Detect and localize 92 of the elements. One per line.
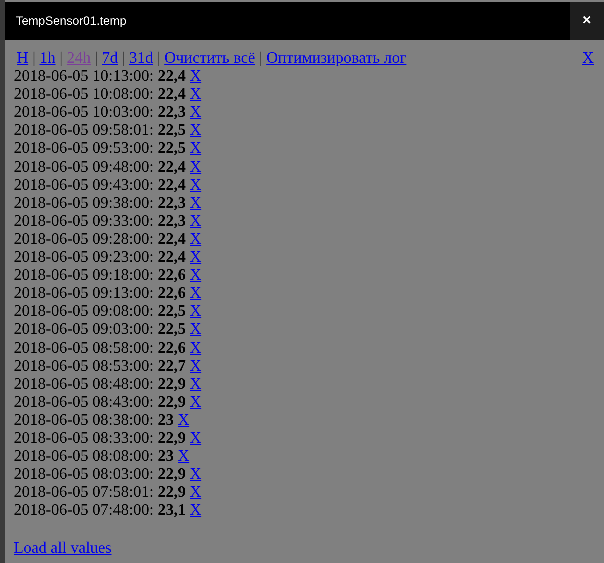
- delete-link[interactable]: X: [190, 430, 202, 448]
- delete-link[interactable]: X: [190, 340, 202, 358]
- delete-link[interactable]: X: [190, 285, 202, 304]
- timestamp: 2018-06-05 10:13:00:: [14, 68, 155, 86]
- temperature-value: 23,1: [158, 502, 187, 520]
- nav-link[interactable]: Очистить всё: [164, 50, 256, 68]
- delete-link[interactable]: X: [190, 249, 202, 268]
- timestamp: 2018-06-05 09:38:00:: [14, 194, 155, 213]
- temperature-value: 22,4: [158, 230, 187, 250]
- timestamp: 2018-06-05 09:23:00:: [14, 249, 155, 268]
- timestamp: 2018-06-05 09:08:00:: [14, 303, 155, 322]
- nav-link[interactable]: 7d: [102, 50, 118, 68]
- separator: |: [156, 50, 162, 68]
- temperature-value: 22,4: [158, 176, 187, 195]
- timestamp: 2018-06-05 09:43:00:: [14, 176, 155, 195]
- delete-link[interactable]: X: [190, 68, 202, 86]
- temperature-value: 22,7: [158, 358, 187, 376]
- delete-link[interactable]: X: [178, 412, 190, 430]
- temperature-value: 22,6: [158, 285, 187, 304]
- timestamp: 2018-06-05 08:58:00:: [14, 340, 155, 358]
- delete-link[interactable]: X: [190, 230, 202, 250]
- load-all-link[interactable]: Load all values: [14, 540, 112, 558]
- timestamp: 2018-06-05 08:33:00:: [14, 430, 155, 448]
- nav-link[interactable]: 24h: [66, 50, 91, 68]
- delete-link[interactable]: X: [190, 484, 202, 502]
- timestamp: 2018-06-05 07:48:00:: [14, 502, 155, 520]
- temperature-value: 22,6: [158, 340, 187, 358]
- timestamp: 2018-06-05 09:18:00:: [14, 267, 155, 286]
- separator: |: [58, 50, 64, 68]
- separator: |: [32, 50, 37, 68]
- delete-link[interactable]: X: [178, 448, 190, 466]
- timestamp: 2018-06-05 07:58:01:: [14, 484, 155, 502]
- temperature-value: 22,5: [158, 321, 187, 340]
- window-title: TempSensor01.temp: [15, 13, 127, 30]
- delete-link[interactable]: X: [190, 358, 202, 376]
- separator: |: [94, 50, 100, 68]
- temperature-value: 22,5: [158, 303, 187, 322]
- separator: |: [258, 50, 264, 68]
- temperature-value: 22,9: [158, 394, 187, 412]
- temperature-value: 22,6: [158, 267, 187, 286]
- delete-link[interactable]: X: [190, 267, 202, 286]
- timestamp: 2018-06-05 08:08:00:: [14, 448, 155, 466]
- close-button[interactable]: ×: [570, 2, 604, 40]
- temperature-value: 23: [158, 412, 175, 430]
- delete-link[interactable]: X: [190, 502, 202, 520]
- timestamp: 2018-06-05 08:48:00:: [14, 376, 155, 394]
- timestamp: 2018-06-05 09:28:00:: [14, 230, 155, 250]
- timestamp: 2018-06-05 09:48:00:: [14, 158, 155, 177]
- timestamp: 2018-06-05 10:03:00:: [14, 104, 155, 122]
- temperature-value: 22,9: [158, 466, 187, 484]
- nav-link[interactable]: H: [14, 50, 29, 68]
- nav-link[interactable]: 1h: [40, 50, 56, 68]
- timestamp: 2018-06-05 08:03:00:: [14, 466, 155, 484]
- delete-link[interactable]: X: [190, 104, 202, 122]
- nav-link[interactable]: 31d: [129, 50, 154, 68]
- temperature-value: 22,9: [158, 376, 187, 394]
- temperature-value: 22,5: [158, 122, 187, 140]
- close-link[interactable]: X: [582, 50, 594, 68]
- timestamp: 2018-06-05 09:03:00:: [14, 321, 155, 340]
- temperature-value: 22,4: [158, 68, 187, 86]
- delete-link[interactable]: X: [190, 212, 202, 231]
- temperature-value: 22,5: [158, 140, 187, 159]
- delete-link[interactable]: X: [190, 394, 202, 412]
- separator: |: [121, 50, 126, 68]
- timestamp: 2018-06-05 09:53:00:: [14, 140, 155, 159]
- delete-link[interactable]: X: [190, 321, 202, 340]
- timestamp: 2018-06-05 09:58:01:: [14, 122, 155, 140]
- delete-link[interactable]: X: [190, 140, 202, 159]
- delete-link[interactable]: X: [190, 122, 202, 140]
- temperature-value: 22,9: [158, 430, 187, 448]
- delete-link[interactable]: X: [190, 176, 202, 195]
- temperature-value: 22,4: [158, 158, 187, 177]
- delete-link[interactable]: X: [190, 158, 202, 177]
- delete-link[interactable]: X: [190, 194, 202, 213]
- nav-link[interactable]: Оптимизировать лог: [266, 50, 407, 68]
- timestamp: 2018-06-05 08:53:00:: [14, 358, 155, 376]
- temperature-value: 22,4: [158, 86, 187, 104]
- timestamp: 2018-06-05 10:08:00:: [14, 86, 155, 104]
- timestamp: 2018-06-05 08:38:00:: [14, 412, 155, 430]
- temperature-value: 23: [158, 448, 175, 466]
- timestamp: 2018-06-05 09:33:00:: [14, 212, 155, 231]
- temperature-value: 22,3: [158, 104, 187, 122]
- temperature-value: 22,3: [158, 212, 187, 231]
- delete-link[interactable]: X: [190, 86, 202, 104]
- temperature-value: 22,9: [158, 484, 187, 502]
- timestamp: 2018-06-05 09:13:00:: [14, 285, 155, 304]
- timestamp: 2018-06-05 08:43:00:: [14, 394, 155, 412]
- temperature-value: 22,4: [158, 249, 187, 268]
- temperature-value: 22,3: [158, 194, 187, 213]
- delete-link[interactable]: X: [190, 303, 202, 322]
- delete-link[interactable]: X: [190, 376, 202, 394]
- delete-link[interactable]: X: [190, 466, 202, 484]
